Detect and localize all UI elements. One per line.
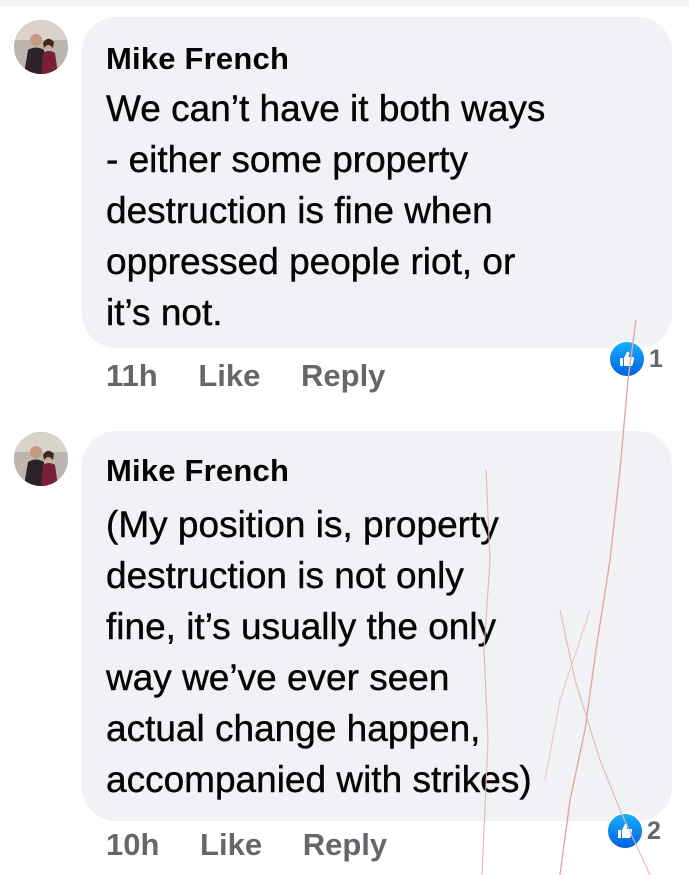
- comment-bubble: Mike French We can’t have it both ways -…: [82, 17, 672, 348]
- like-button[interactable]: Like: [200, 827, 262, 863]
- reply-button[interactable]: Reply: [301, 358, 385, 394]
- profile-photo-icon: [14, 20, 68, 74]
- reaction-count: 1: [649, 344, 663, 373]
- avatar[interactable]: [14, 20, 68, 74]
- divider: [0, 0, 689, 6]
- comment-timestamp[interactable]: 10h: [106, 827, 159, 863]
- like-button[interactable]: Like: [198, 358, 260, 394]
- comment-text: We can’t have it both ways - either some…: [106, 88, 546, 333]
- reaction-count: 2: [647, 816, 661, 845]
- comment-author[interactable]: Mike French: [106, 453, 289, 489]
- comment-thread: Mike French We can’t have it both ways -…: [0, 0, 689, 875]
- reaction-summary[interactable]: 2: [606, 812, 661, 850]
- comment-bubble: Mike French (My position is, property de…: [82, 431, 672, 821]
- thumbs-up-icon: [608, 340, 646, 378]
- comment-text: (My position is, property destruction is…: [106, 504, 532, 800]
- comment-actions: 10h Like Reply: [106, 827, 419, 863]
- comment-author[interactable]: Mike French: [106, 41, 289, 77]
- comment-actions: 11h Like Reply: [106, 358, 417, 394]
- reply-button[interactable]: Reply: [303, 827, 387, 863]
- profile-photo-icon: [14, 432, 68, 486]
- reaction-summary[interactable]: 1: [608, 340, 663, 378]
- comment-timestamp[interactable]: 11h: [106, 358, 158, 394]
- thumbs-up-icon: [606, 812, 644, 850]
- avatar[interactable]: [14, 432, 68, 486]
